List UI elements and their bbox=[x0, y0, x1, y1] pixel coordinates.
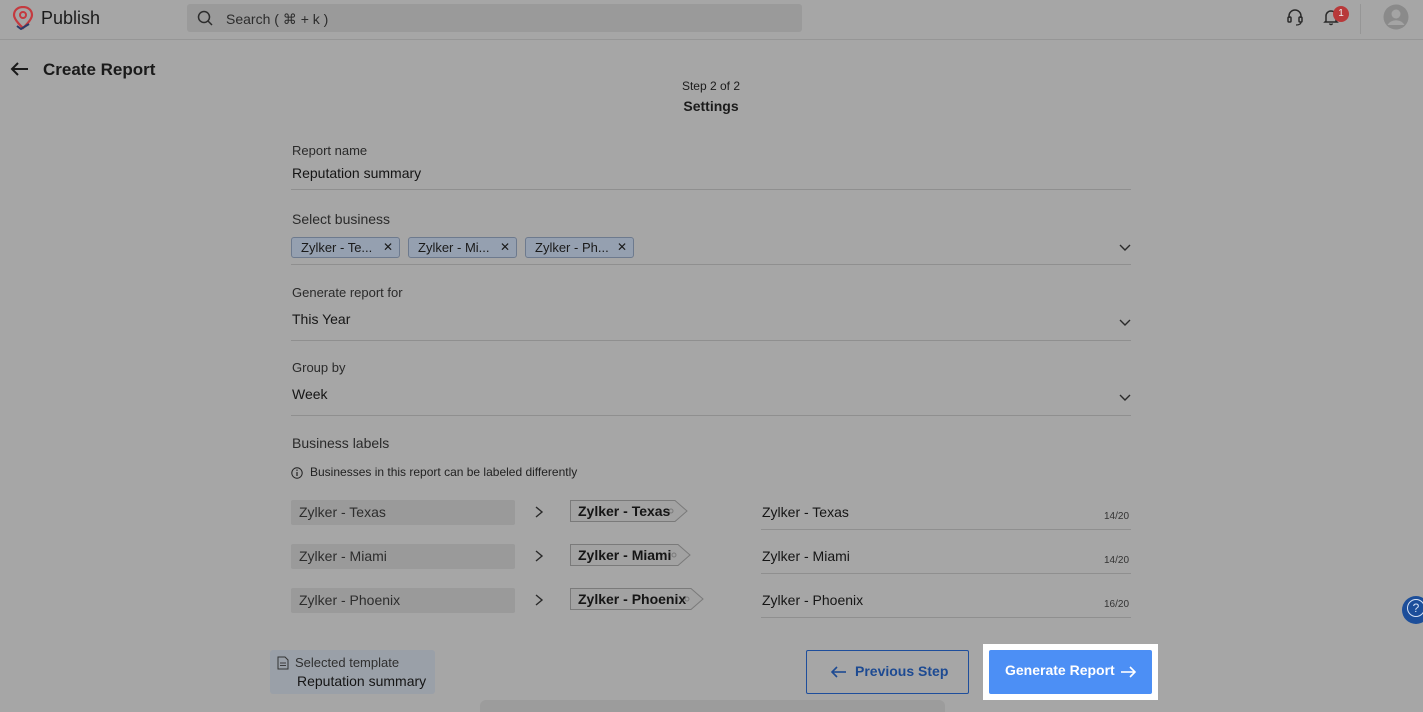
select-business-label: Select business bbox=[292, 211, 391, 227]
chevron-right-icon bbox=[535, 506, 544, 518]
app-name[interactable]: Publish bbox=[41, 8, 100, 29]
business-chip-label: Zylker - Ph... bbox=[535, 240, 609, 255]
back-arrow-icon[interactable] bbox=[10, 60, 30, 78]
avatar-icon[interactable] bbox=[1383, 4, 1409, 30]
original-business-name: Zylker - Texas bbox=[291, 500, 515, 525]
business-labels-title: Business labels bbox=[292, 435, 390, 451]
business-tag-label: Zylker - Miami bbox=[578, 547, 672, 563]
tag-icon: Zylker - Miami bbox=[570, 544, 691, 566]
divider bbox=[291, 415, 1131, 416]
business-tag-label: Zylker - Phoenix bbox=[578, 591, 687, 607]
divider bbox=[761, 573, 1131, 574]
char-counter: 14/20 bbox=[1104, 555, 1130, 566]
close-icon[interactable]: ✕ bbox=[617, 238, 627, 257]
template-caption: Selected template bbox=[295, 655, 400, 670]
divider bbox=[291, 189, 1131, 190]
business-label-input[interactable]: Zylker - Miami bbox=[762, 548, 850, 564]
arrow-left-icon bbox=[831, 666, 846, 678]
original-business-name: Zylker - Miami bbox=[291, 544, 515, 569]
template-name: Reputation summary bbox=[297, 673, 427, 689]
tag-icon: Zylker - Phoenix bbox=[570, 588, 704, 610]
business-chip[interactable]: Zylker - Ph... ✕ bbox=[525, 237, 634, 258]
chevron-down-icon[interactable] bbox=[1118, 317, 1132, 327]
business-label-input[interactable]: Zylker - Texas bbox=[762, 504, 849, 520]
generate-report-button[interactable]: Generate Report bbox=[989, 650, 1152, 694]
business-chip[interactable]: Zylker - Te... ✕ bbox=[291, 237, 400, 258]
chevron-down-icon[interactable] bbox=[1118, 242, 1132, 252]
divider bbox=[761, 529, 1131, 530]
chevron-right-icon bbox=[535, 550, 544, 562]
document-icon bbox=[277, 656, 289, 670]
page-title: Create Report bbox=[43, 60, 156, 79]
notification-badge: 1 bbox=[1333, 6, 1349, 22]
search-placeholder[interactable]: Search ( ⌘ + k ) bbox=[226, 11, 328, 28]
report-name-input[interactable]: Reputation summary bbox=[292, 165, 421, 181]
search-bar[interactable]: Search ( ⌘ + k ) bbox=[187, 4, 802, 32]
step-title: Settings bbox=[683, 98, 739, 114]
business-labels-info: Businesses in this report can be labeled… bbox=[310, 465, 578, 479]
previous-step-button[interactable]: Previous Step bbox=[806, 650, 969, 694]
headset-icon[interactable] bbox=[1286, 8, 1304, 26]
generate-report-label: Generate Report bbox=[1005, 662, 1115, 678]
logo-icon bbox=[12, 6, 34, 30]
business-tag-label: Zylker - Texas bbox=[578, 503, 671, 519]
divider bbox=[761, 617, 1131, 618]
char-counter: 14/20 bbox=[1104, 511, 1130, 522]
original-business-name: Zylker - Phoenix bbox=[291, 588, 515, 613]
top-bar: Publish Search ( ⌘ + k ) 1 bbox=[0, 0, 1423, 40]
search-icon bbox=[197, 10, 213, 26]
previous-step-label: Previous Step bbox=[855, 663, 949, 679]
header-divider bbox=[1360, 4, 1361, 34]
generate-report-for-label: Generate report for bbox=[292, 285, 403, 300]
selected-template: Selected template Reputation summary bbox=[270, 650, 435, 694]
chevron-right-icon bbox=[535, 594, 544, 606]
business-chip-label: Zylker - Te... bbox=[301, 240, 373, 255]
generate-report-for-select[interactable]: This Year bbox=[292, 311, 350, 327]
business-chip[interactable]: Zylker - Mi... ✕ bbox=[408, 237, 517, 258]
group-by-label: Group by bbox=[292, 360, 346, 375]
help-button[interactable]: ? bbox=[1402, 596, 1423, 624]
info-icon bbox=[291, 467, 303, 479]
arrow-right-icon bbox=[1121, 666, 1136, 678]
divider bbox=[291, 340, 1131, 341]
char-counter: 16/20 bbox=[1104, 599, 1130, 610]
report-name-label: Report name bbox=[292, 143, 368, 158]
help-icon: ? bbox=[1407, 599, 1423, 617]
business-chip-label: Zylker - Mi... bbox=[418, 240, 490, 255]
business-label-input[interactable]: Zylker - Phoenix bbox=[762, 592, 863, 608]
divider bbox=[291, 264, 1131, 265]
group-by-select[interactable]: Week bbox=[292, 386, 328, 402]
step-indicator: Step 2 of 2 bbox=[681, 79, 741, 93]
tag-icon: Zylker - Texas bbox=[570, 500, 688, 522]
chevron-down-icon[interactable] bbox=[1118, 392, 1132, 402]
close-icon[interactable]: ✕ bbox=[383, 238, 393, 257]
bottom-panel-edge bbox=[480, 700, 945, 712]
close-icon[interactable]: ✕ bbox=[500, 238, 510, 257]
